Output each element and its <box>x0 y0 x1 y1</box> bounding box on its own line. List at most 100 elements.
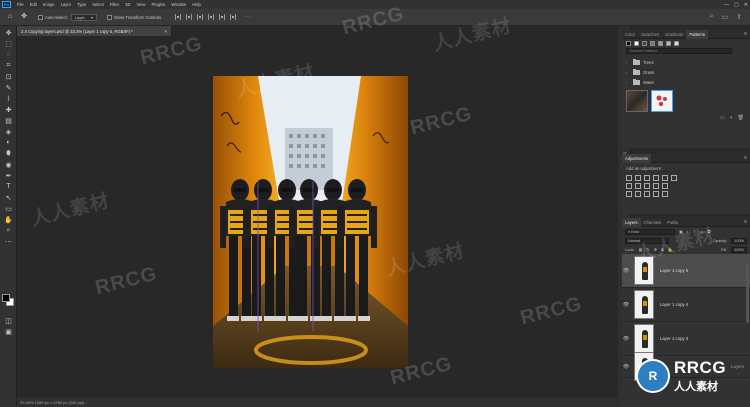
show-transform-checkbox[interactable] <box>106 14 112 20</box>
recent-swatch[interactable] <box>658 41 663 46</box>
menu-type[interactable]: Type <box>74 2 89 7</box>
marquee-tool-icon[interactable]: ⬚ <box>3 39 14 48</box>
color-lookup-icon[interactable] <box>662 183 668 189</box>
history-brush-tool-icon[interactable]: ◈ <box>3 127 14 136</box>
recent-swatch[interactable] <box>650 41 655 46</box>
tab-gradients[interactable]: Gradients <box>662 32 686 37</box>
menu-view[interactable]: View <box>134 2 149 7</box>
menu-3d[interactable]: 3D <box>122 2 133 7</box>
selective-color-icon[interactable] <box>662 191 668 197</box>
menu-help[interactable]: Help <box>189 2 204 7</box>
tab-paths[interactable]: Paths <box>664 220 681 225</box>
tab-swatches[interactable]: Swatches <box>638 32 662 37</box>
eye-icon[interactable]: 👁 <box>622 336 630 342</box>
pattern-thumbnail-selected[interactable] <box>651 90 673 112</box>
tab-color[interactable]: Color <box>622 32 638 37</box>
menu-image[interactable]: Image <box>40 2 58 7</box>
document-tab[interactable]: 2.4 Copying layers.psd @ 33.3% (Layer 1 … <box>17 26 172 36</box>
home-icon[interactable]: ⌂ <box>6 13 14 21</box>
panel-menu-icon[interactable]: ≡ <box>744 31 747 37</box>
recent-swatch[interactable] <box>666 41 671 46</box>
vibrance-icon[interactable] <box>662 175 668 181</box>
photo-filter-icon[interactable] <box>644 183 650 189</box>
document-canvas-image[interactable] <box>213 76 408 368</box>
menu-layer[interactable]: Layer <box>58 2 74 7</box>
hue-saturation-icon[interactable] <box>671 175 677 181</box>
eye-icon[interactable]: 👁 <box>622 302 630 308</box>
recent-swatch[interactable] <box>642 41 647 46</box>
filter-type-icon[interactable]: T <box>693 229 695 234</box>
filter-shape-icon[interactable]: ▭ <box>700 229 704 234</box>
levels-icon[interactable] <box>635 175 641 181</box>
align-left-icon[interactable] <box>175 14 182 20</box>
workspace-icon[interactable]: ▭ <box>722 13 729 21</box>
new-pattern-icon[interactable]: + <box>730 115 733 121</box>
align-top-icon[interactable] <box>208 14 215 20</box>
search-icon[interactable]: ⌕ <box>710 13 714 21</box>
eye-icon[interactable]: 👁 <box>622 268 630 274</box>
move-tool-icon[interactable]: ✥ <box>3 28 14 37</box>
lock-artboard-icon[interactable]: ⧈ <box>661 247 664 252</box>
recent-swatch[interactable] <box>674 41 679 46</box>
menu-select[interactable]: Select <box>89 2 107 7</box>
pattern-search-input[interactable]: Search Patterns <box>626 48 732 54</box>
pattern-thumbnail[interactable] <box>626 90 648 112</box>
panel-menu-icon[interactable]: ≡ <box>744 219 747 225</box>
screen-mode-icon[interactable]: ▣ <box>3 327 14 336</box>
lock-paint-icon[interactable]: ✎ <box>646 247 649 252</box>
tab-layers[interactable]: Layers <box>622 218 641 227</box>
auto-select-dropdown[interactable]: Layer ▾ <box>70 13 97 21</box>
channel-mixer-icon[interactable] <box>653 183 659 189</box>
align-bottom-icon[interactable] <box>230 14 237 20</box>
close-tab-icon[interactable]: × <box>165 29 167 34</box>
panel-menu-icon[interactable]: ≡ <box>744 155 747 161</box>
background-swatch[interactable] <box>634 41 639 46</box>
move-tool-icon[interactable]: ✥ <box>20 13 28 21</box>
menu-file[interactable]: File <box>14 2 27 7</box>
pen-tool-icon[interactable]: ✒ <box>3 171 14 180</box>
auto-select-checkbox[interactable] <box>38 14 43 20</box>
layer-name[interactable]: Layer 1 copy 4 <box>660 302 688 307</box>
edit-toolbar-icon[interactable]: ⋯ <box>3 237 14 246</box>
eyedropper-tool-icon[interactable]: ✎ <box>3 83 14 92</box>
brush-tool-icon[interactable]: ✚ <box>3 105 14 114</box>
opacity-input[interactable]: 100% <box>731 237 747 244</box>
layer-row[interactable]: 👁 Layer 1 copy 5 <box>622 254 750 288</box>
gradient-tool-icon[interactable]: ⬮ <box>3 149 14 158</box>
curves-icon[interactable] <box>644 175 650 181</box>
share-icon[interactable]: ⇪ <box>736 13 742 21</box>
object-select-tool-icon[interactable]: ⌗ <box>3 61 14 70</box>
filter-kind-select[interactable]: ⌕ Kind <box>625 228 675 235</box>
pattern-group-grass[interactable]: › Grass <box>622 67 750 77</box>
close-window-button[interactable]: ✕ <box>744 2 748 8</box>
tab-channels[interactable]: Channels <box>641 220 665 225</box>
menu-plugins[interactable]: Plugins <box>149 2 169 7</box>
layer-row[interactable]: 👁 Layer 1 copy 3 <box>622 322 750 356</box>
layer-name[interactable]: Layer 1 copy 3 <box>660 336 688 341</box>
foreground-color-swatch[interactable] <box>2 294 10 302</box>
filter-adjust-icon[interactable]: ◐ <box>687 229 689 234</box>
fill-input[interactable]: 100% <box>731 246 747 253</box>
crop-tool-icon[interactable]: ⊡ <box>3 72 14 81</box>
new-group-icon[interactable]: ▭ <box>720 115 725 121</box>
align-right-icon[interactable] <box>197 14 204 20</box>
exposure-icon[interactable] <box>653 175 659 181</box>
align-middle-icon[interactable] <box>219 14 226 20</box>
layer-name[interactable]: Layer 1 copy 5 <box>660 268 688 273</box>
brightness-icon[interactable] <box>626 175 632 181</box>
quick-mask-icon[interactable]: ◫ <box>3 316 14 325</box>
lock-move-icon[interactable]: ✥ <box>654 247 657 252</box>
rectangle-tool-icon[interactable]: ▭ <box>3 204 14 213</box>
tab-adjustments[interactable]: Adjustments <box>622 153 652 163</box>
pattern-group-trees[interactable]: › Trees <box>622 57 750 67</box>
black-white-icon[interactable] <box>635 183 641 189</box>
lasso-tool-icon[interactable]: ◌ <box>3 50 14 59</box>
filter-smart-icon[interactable]: ⧉ <box>707 229 710 234</box>
gradient-map-icon[interactable] <box>653 191 659 197</box>
foreground-swatch[interactable] <box>626 41 631 46</box>
minimize-button[interactable]: — <box>724 2 729 8</box>
filter-pixel-icon[interactable]: ▣ <box>679 229 683 234</box>
healing-brush-tool-icon[interactable]: ⌇ <box>3 94 14 103</box>
dodge-tool-icon[interactable]: ◉ <box>3 160 14 169</box>
layer-row[interactable]: 👁 Layer 1 copy 4 <box>622 288 750 322</box>
